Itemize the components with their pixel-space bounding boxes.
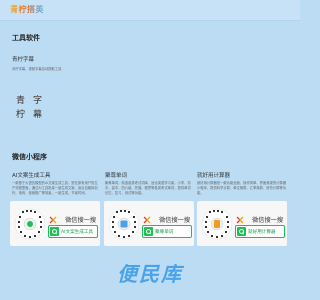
search-icon (237, 227, 246, 236)
wechat-search-qr-card[interactable]: 微信搜一搜 AI文案生成工具 (10, 201, 100, 246)
card-title[interactable]: AI文案生成工具 (12, 171, 50, 179)
wechat-search-label: 微信搜一搜 (159, 217, 191, 224)
wechat-search-label: 微信搜一搜 (252, 217, 284, 224)
wechat-search-icon (143, 216, 151, 223)
card-desc: 就好用计算器是一款功能全面、操作简单、界面美观的计算器小程序，提供科学计算、单位… (197, 181, 287, 195)
site-logo[interactable]: 青柠搭英 (10, 4, 44, 15)
card-title[interactable]: 就好用计算器 (197, 171, 230, 179)
search-icon (50, 227, 59, 236)
tool-card-desc: 青柠字幕，视频字幕自动提取工具 (12, 67, 62, 71)
footer-logo[interactable]: 便民库 (0, 258, 300, 287)
wechat-search-box[interactable]: 就好用计算器 (235, 225, 285, 238)
card-title[interactable]: 聚尊单词 (105, 171, 127, 179)
wechat-search-icon (236, 216, 244, 223)
search-icon (144, 227, 153, 236)
card-desc: 一款基于大语言模型的AI文案生成工具，是在原有用户的生产流程里面，通过AI工具批… (12, 181, 98, 195)
section-title-tools: 工具软件 (12, 34, 40, 42)
wechat-search-qr-card[interactable]: 微信搜一搜 聚尊单词 (104, 201, 194, 246)
mini-program-code-icon (14, 208, 46, 240)
wechat-search-box[interactable]: 聚尊单词 (142, 225, 192, 238)
mini-program-code-icon (108, 208, 140, 240)
tool-card-title[interactable]: 青柠字幕 (12, 55, 34, 63)
wechat-search-term: AI文案生成工具 (61, 229, 94, 235)
wechat-search-box[interactable]: AI文案生成工具 (48, 225, 98, 238)
top-bar: 青柠搭英 (0, 0, 300, 21)
wechat-search-icon (49, 216, 57, 223)
qingning-seal-logo: 青 字 柠 幕 (15, 96, 42, 120)
wechat-search-term: 聚尊单词 (155, 229, 174, 235)
mini-program-code-icon (201, 208, 233, 240)
wechat-search-qr-card[interactable]: 微信搜一搜 就好用计算器 (197, 201, 287, 246)
wechat-search-term: 就好用计算器 (248, 229, 276, 235)
wechat-search-label: 微信搜一搜 (65, 217, 97, 224)
section-title-miniprograms: 微信小程序 (12, 153, 47, 161)
card-desc: 聚尊单词，精选各类考试词库，适合英语学习者，小学、初中、高中、四六级、托福、雅思… (105, 181, 191, 195)
